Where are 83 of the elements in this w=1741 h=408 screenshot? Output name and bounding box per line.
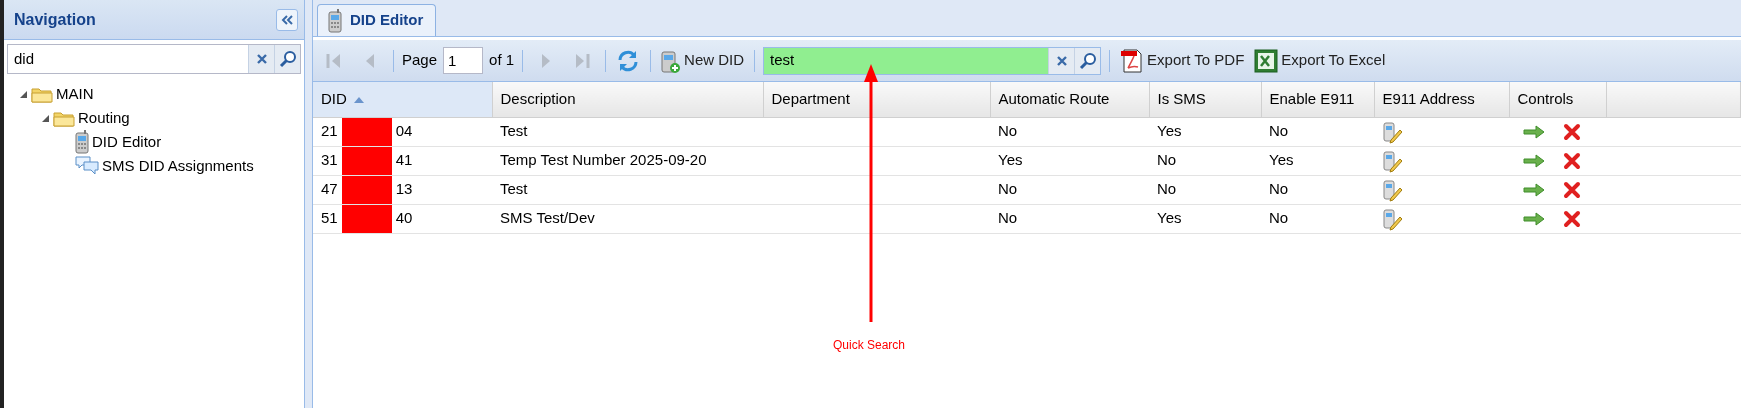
double-chevron-icon: [281, 14, 293, 25]
search-icon: [278, 50, 297, 68]
right-arrow-icon[interactable]: [1523, 182, 1545, 197]
did-start: 31: [321, 150, 338, 168]
close-icon[interactable]: [1563, 151, 1581, 170]
tab[interactable]: DID Editor: [317, 4, 437, 36]
table-cell: Yes: [1157, 209, 1182, 227]
right-arrow-icon[interactable]: [1523, 211, 1545, 226]
table-cell: No: [998, 209, 1018, 227]
clear-button[interactable]: [1048, 47, 1075, 74]
table-cell: Yes: [1269, 151, 1294, 169]
spreadsheet-icon: [1254, 48, 1279, 73]
column-header[interactable]: Description: [492, 82, 763, 117]
sort-ascending-icon: [352, 96, 365, 105]
did-start: 21: [321, 121, 338, 139]
clear-button[interactable]: [248, 45, 274, 73]
table-cell: Test: [500, 122, 528, 140]
close-icon[interactable]: [1563, 122, 1581, 141]
expander-icon[interactable]: [18, 89, 28, 99]
export-pdf-button[interactable]: Export To PDF: [1118, 47, 1247, 74]
clear-icon: [1055, 54, 1068, 67]
table-cell: Test: [500, 180, 528, 198]
pdf-document-icon: [1120, 47, 1145, 74]
column-header[interactable]: Automatic Route: [990, 82, 1149, 117]
column-header[interactable]: DID: [313, 82, 492, 117]
search-box[interactable]: did: [7, 44, 301, 74]
column-header[interactable]: Enable E911: [1261, 82, 1374, 117]
table-cell: No: [998, 180, 1018, 198]
table-cell: No: [1269, 180, 1289, 198]
phone-pencil-icon[interactable]: [1382, 206, 1402, 231]
table-cell: No: [1157, 180, 1177, 198]
table-cell: Temp Test Number 2025-09-20: [500, 151, 707, 169]
table-cell: Yes: [1157, 122, 1182, 140]
search-button[interactable]: [1074, 47, 1101, 74]
page-number-field[interactable]: 1: [443, 47, 484, 74]
right-arrow-icon[interactable]: [1523, 124, 1545, 139]
did-end: 40: [395, 208, 413, 226]
column-header[interactable]: Controls: [1509, 82, 1606, 117]
folder-icon: [53, 109, 75, 127]
table-cell: No: [1157, 151, 1177, 169]
search-field[interactable]: did: [8, 45, 248, 73]
table-cell: SMS Test/Dev: [500, 209, 595, 227]
first-page-icon: [325, 51, 343, 70]
last-page-icon: [573, 51, 592, 70]
panel-title: Navigation: [14, 9, 96, 30]
export-excel-button[interactable]: Export To Excel: [1252, 48, 1388, 73]
collapse-button[interactable]: [276, 8, 298, 31]
tree-item[interactable]: SMS DID Assignments: [102, 154, 254, 178]
column-header[interactable]: E911 Address: [1374, 82, 1509, 117]
phone-pencil-icon[interactable]: [1382, 177, 1402, 202]
table-cell: No: [1269, 209, 1289, 227]
phone-icon: [75, 130, 89, 154]
did-start: 51: [321, 208, 338, 226]
phone-icon: [328, 8, 342, 33]
close-icon[interactable]: [1563, 180, 1581, 199]
tree-item[interactable]: DID Editor: [92, 130, 162, 154]
folder-icon: [31, 85, 53, 103]
did-start: 47: [321, 179, 338, 197]
tree-item[interactable]: Routing: [78, 106, 130, 130]
new-did-button[interactable]: New DID: [659, 47, 747, 74]
table-cell: No: [998, 122, 1018, 140]
quick-search-field[interactable]: test: [764, 47, 1049, 74]
phone-pencil-icon[interactable]: [1382, 148, 1402, 173]
tree-item[interactable]: MAIN: [56, 82, 94, 106]
table-cell: No: [1269, 122, 1289, 140]
table-cell: Yes: [998, 151, 1023, 169]
clear-icon: [255, 53, 268, 65]
page-label: Page: [402, 50, 438, 71]
column-header[interactable]: Is SMS: [1149, 82, 1261, 117]
right-arrow-icon[interactable]: [1523, 153, 1545, 168]
close-icon[interactable]: [1563, 209, 1581, 228]
phone-pencil-icon[interactable]: [1382, 119, 1402, 144]
did-end: 04: [395, 121, 413, 139]
annotation-label: Quick Search: [833, 337, 906, 354]
search-button[interactable]: [274, 45, 300, 73]
expander-icon[interactable]: [40, 113, 50, 123]
search-icon: [1078, 51, 1097, 70]
did-end: 41: [395, 150, 413, 168]
column-header[interactable]: Department: [763, 82, 990, 117]
quick-search-box[interactable]: test: [763, 46, 1102, 75]
did-end: 13: [395, 179, 413, 197]
page-count: of 1: [489, 50, 515, 71]
chat-bubbles-icon: [75, 155, 99, 177]
